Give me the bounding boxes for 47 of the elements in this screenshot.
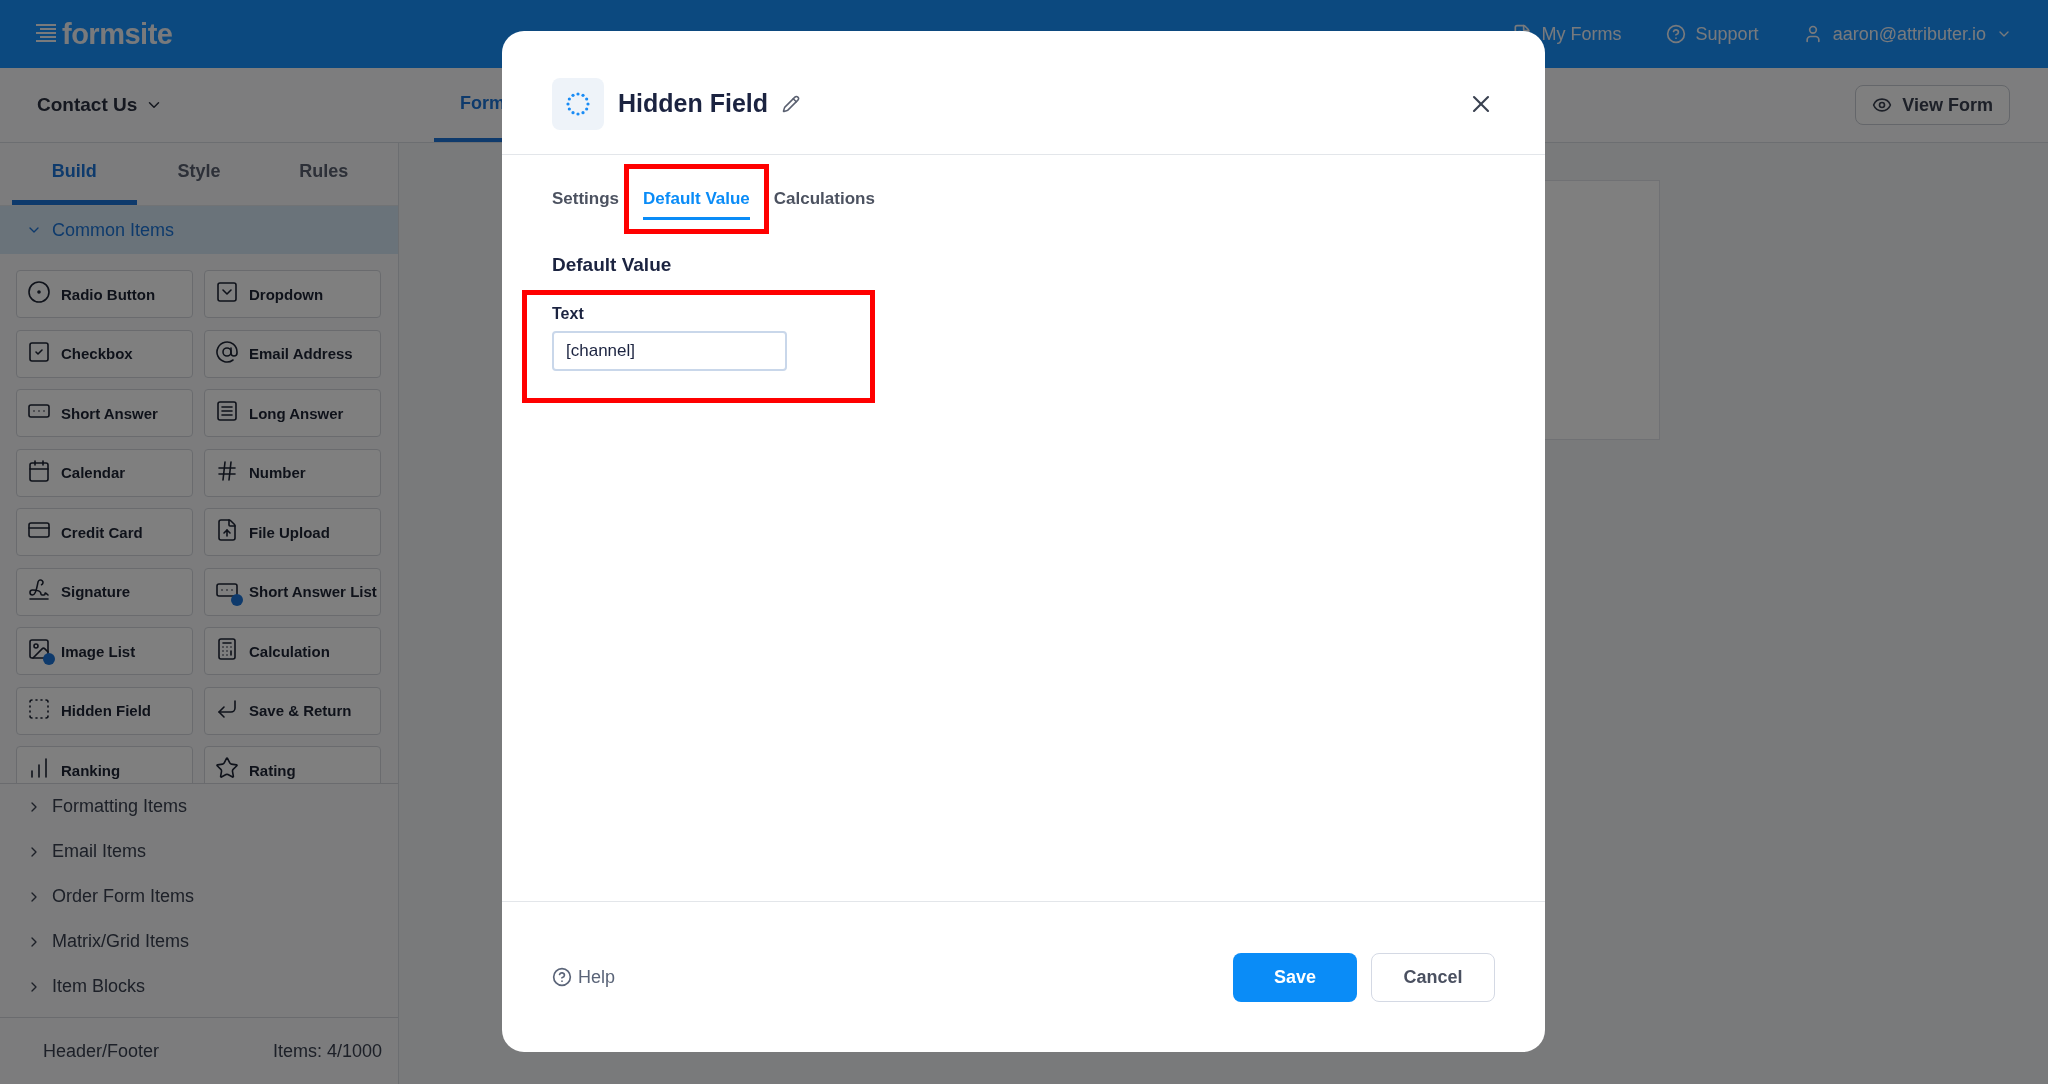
item-group-header[interactable]: Common Items — [0, 206, 398, 254]
image-list-icon — [27, 637, 55, 665]
form-item-button[interactable]: Dropdown — [204, 270, 381, 318]
form-item-button[interactable]: Checkbox — [16, 329, 193, 378]
form-item-button[interactable]: Rating — [204, 746, 381, 783]
save-button[interactable]: Save — [1233, 952, 1357, 1002]
form-item-button[interactable]: Email Address — [204, 329, 381, 378]
form-item-button[interactable]: Ranking — [16, 746, 193, 783]
dialog-title: Hidden Field — [618, 89, 768, 118]
form-name-dropdown[interactable]: Contact Us — [0, 68, 398, 142]
view-form-button[interactable]: View Form — [1855, 85, 2010, 125]
header-footer-link[interactable]: Header/Footer — [43, 1040, 160, 1062]
logo-lines-icon — [36, 24, 58, 44]
form-item-button[interactable]: Calendar — [16, 448, 193, 497]
help-icon — [552, 967, 572, 987]
form-item-button[interactable]: Hidden Field — [16, 686, 193, 735]
form-item-button[interactable]: File Upload — [204, 508, 381, 556]
form-item-button[interactable]: Image List — [16, 627, 193, 675]
form-item-button[interactable]: Number — [204, 448, 381, 497]
form-item-button[interactable]: Credit Card — [16, 508, 193, 556]
help-link[interactable]: Help — [552, 966, 616, 988]
eye-icon — [1872, 95, 1893, 115]
help-icon — [1665, 24, 1686, 44]
sidebar-tab[interactable]: Rules — [261, 143, 386, 205]
form-item-button[interactable]: Signature — [16, 567, 193, 616]
item-group-header[interactable]: Email Items — [0, 829, 398, 874]
form-item-button[interactable]: Short Answer List — [204, 567, 381, 616]
form-item-button[interactable]: Save & Return — [204, 686, 381, 735]
form-item-button[interactable]: Calculation — [204, 627, 381, 675]
item-group-header[interactable]: Matrix/Grid Items — [0, 919, 398, 964]
item-group-header[interactable]: Formatting Items — [0, 784, 398, 829]
form-item-button[interactable]: Radio Button — [16, 270, 193, 318]
item-group-header[interactable]: Order Form Items — [0, 874, 398, 919]
item-count: Items: 4/1000 — [272, 1040, 382, 1062]
dialog-tab[interactable]: Settings — [552, 181, 620, 220]
item-group-header[interactable]: Item Blocks — [0, 964, 398, 1009]
sidebar-tab[interactable]: Style — [136, 143, 262, 205]
text-input[interactable]: [channel] — [552, 331, 787, 371]
dialog-tab[interactable]: Default Value — [643, 181, 750, 220]
dialog-tab[interactable]: Calculations — [773, 181, 875, 220]
logo-text: formsite — [62, 17, 173, 51]
edit-icon[interactable] — [782, 94, 800, 113]
section-title: Default Value — [552, 254, 673, 276]
form-item-button[interactable]: Long Answer — [204, 389, 381, 437]
field-label: Text — [552, 305, 585, 323]
form-item-button[interactable]: Short Answer — [16, 389, 193, 437]
cancel-button[interactable]: Cancel — [1371, 952, 1495, 1002]
